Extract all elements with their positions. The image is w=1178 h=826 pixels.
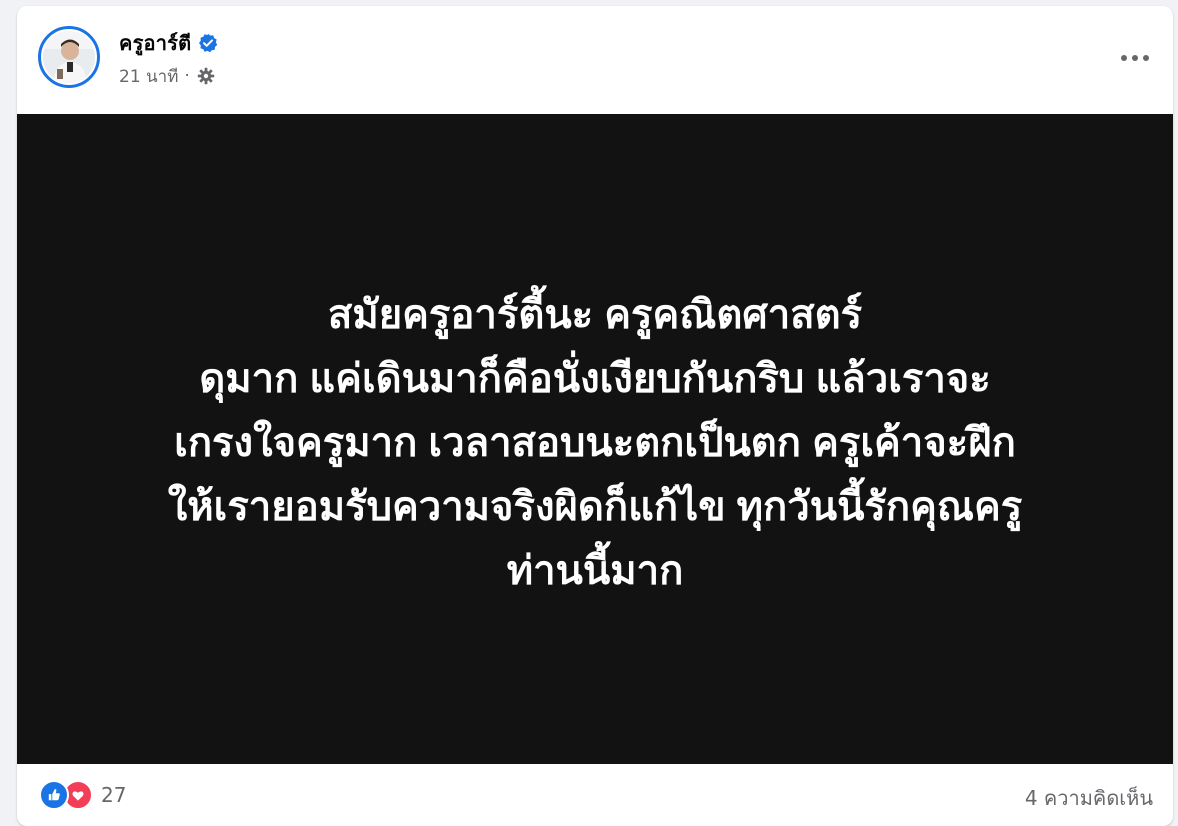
more-horizontal-icon	[1121, 55, 1127, 61]
reaction-count: 27	[101, 783, 127, 807]
author-name[interactable]: ครูอาร์ตี	[119, 27, 191, 59]
more-options-button[interactable]	[1113, 36, 1157, 80]
more-dot	[1132, 55, 1138, 61]
post-text-background[interactable]: สมัยครูอาร์ตี้นะ ครูคณิตศาสตร์ ดุมาก แค่…	[17, 114, 1173, 764]
post-footer: 27 4 ความคิดเห็น	[17, 764, 1173, 826]
author-avatar[interactable]	[38, 26, 100, 88]
avatar-image	[43, 31, 95, 83]
gear-icon[interactable]	[196, 66, 216, 86]
post-card: ครูอาร์ตี 21 นาที · สมัยครูอาร์ตี้นะ ครู…	[17, 6, 1173, 826]
meta-separator: ·	[184, 66, 190, 86]
post-header: ครูอาร์ตี 21 นาที ·	[17, 6, 1173, 114]
comments-count-link[interactable]: 4 ความคิดเห็น	[1025, 782, 1153, 814]
post-meta: 21 นาที ·	[119, 64, 216, 88]
post-timestamp[interactable]: 21 นาที	[119, 63, 178, 90]
like-icon	[39, 780, 69, 810]
reactions-summary[interactable]: 27	[39, 780, 126, 810]
post-body-text: สมัยครูอาร์ตี้นะ ครูคณิตศาสตร์ ดุมาก แค่…	[167, 293, 1023, 593]
avatar-photo-icon	[43, 31, 95, 83]
more-dot	[1143, 55, 1149, 61]
verified-badge-icon	[199, 33, 218, 53]
author-row: ครูอาร์ตี	[119, 30, 218, 56]
